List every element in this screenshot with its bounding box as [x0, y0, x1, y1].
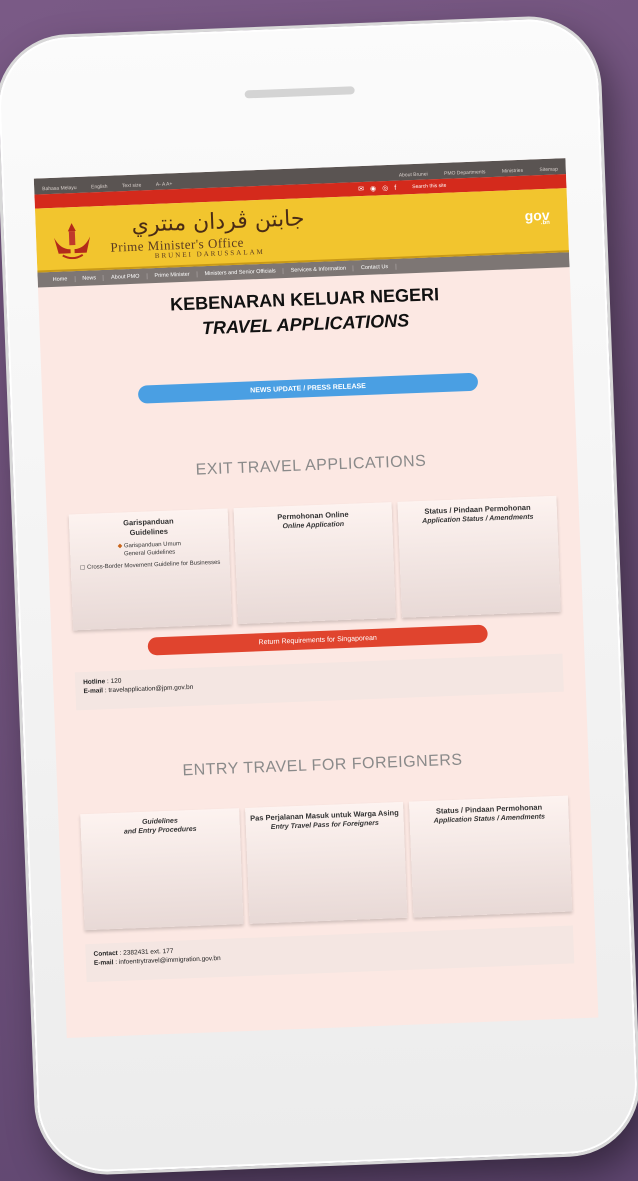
email-link[interactable]: : travelapplication@jpm.gov.bn — [105, 684, 194, 694]
entry-guidelines-card[interactable]: Guidelines and Entry Procedures — [80, 808, 244, 931]
link-label: General Guidelines — [123, 549, 176, 558]
entry-contact-box: Contact : 2382431 ext. 177 E-mail : info… — [85, 925, 575, 983]
link-label: Cross-Border Movement Guideline for Busi… — [86, 559, 221, 571]
search-input[interactable]: Search this site — [412, 183, 446, 190]
nav-news[interactable]: News — [75, 274, 105, 282]
hotline-value: : 120 — [106, 677, 122, 686]
entry-cards: Guidelines and Entry Procedures Pas Perj… — [58, 795, 594, 931]
nav-ministers[interactable]: Ministers and Senior Officials — [197, 267, 284, 277]
hotline-label: Hotline — [83, 678, 106, 687]
email-link[interactable]: : infoentrytravel@immigration.gov.bn — [115, 955, 221, 966]
entry-section-heading: ENTRY TRAVEL FOR FOREIGNERS — [182, 751, 463, 780]
text-size-controls[interactable]: A- A A+ — [156, 181, 173, 188]
news-update-button[interactable]: NEWS UPDATE / PRESS RELEASE — [137, 372, 479, 404]
text-size-label: Text size — [121, 182, 142, 190]
mail-icon[interactable]: ✉ — [358, 185, 364, 193]
phone-device: Bahasa Melayu English Text size A- A A+ … — [0, 16, 638, 1175]
nav-services[interactable]: Services & Information — [283, 264, 355, 274]
facebook-icon[interactable]: f — [394, 184, 396, 191]
email-label: E-mail — [93, 959, 114, 967]
document-icon: ▢ — [79, 564, 86, 572]
entry-status-card[interactable]: Status / Pindaan Permohonan Application … — [409, 795, 573, 918]
browser-screen: Bahasa Melayu English Text size A- A A+ … — [33, 158, 599, 1038]
about-brunei-link[interactable]: About Brunei — [399, 171, 428, 178]
return-requirements-button[interactable]: Return Requirements for Singaporean — [147, 624, 488, 656]
cross-border-guideline-link[interactable]: ▢ Cross-Border Movement Guideline for Bu… — [71, 558, 230, 572]
language-malay-link[interactable]: Bahasa Melayu — [42, 185, 77, 192]
gov-bn-logo[interactable]: gov .bn — [524, 207, 550, 227]
phone-speaker — [244, 86, 355, 99]
exit-contact-box: Hotline : 120 E-mail : travelapplication… — [74, 653, 564, 711]
nav-prime-minister[interactable]: Prime Minister — [147, 270, 198, 279]
online-application-card[interactable]: Permohonan Online Online Application — [233, 502, 397, 625]
entry-travel-pass-card[interactable]: Pas Perjalanan Masuk untuk Warga Asing E… — [244, 801, 408, 924]
application-status-card[interactable]: Status / Pindaan Permohonan Application … — [397, 495, 561, 618]
instagram-icon[interactable]: ◎ — [382, 184, 388, 192]
pdf-icon: ◆ — [117, 543, 123, 550]
nav-contact[interactable]: Contact Us — [353, 263, 397, 271]
jawi-title: جابتن ڤردان منتري — [131, 206, 305, 238]
email-label: E-mail — [83, 687, 104, 696]
language-english-link[interactable]: English — [91, 184, 108, 191]
rss-icon[interactable]: ◉ — [370, 184, 376, 192]
exit-section-heading: EXIT TRAVEL APPLICATIONS — [195, 452, 427, 479]
pmo-departments-link[interactable]: PMO Departments — [444, 169, 486, 177]
exit-cards: Garispanduan Guidelines ◆ Garispanduan U… — [47, 495, 583, 631]
guidelines-card[interactable]: Garispanduan Guidelines ◆ Garispanduan U… — [68, 508, 232, 631]
sitemap-link[interactable]: Sitemap — [539, 166, 558, 173]
link-label: Garispanduan Umum — [123, 541, 182, 550]
nav-about-pmo[interactable]: About PMO — [103, 272, 148, 281]
contact-value: : 2382431 ext. 177 — [119, 947, 174, 957]
brunei-crest-logo — [54, 223, 91, 260]
nav-home[interactable]: Home — [45, 275, 76, 283]
ministries-link[interactable]: Ministries — [502, 168, 523, 175]
general-guidelines-link[interactable]: ◆ Garispanduan Umum General Guidelines — [70, 538, 229, 560]
contact-label: Contact — [93, 949, 118, 958]
